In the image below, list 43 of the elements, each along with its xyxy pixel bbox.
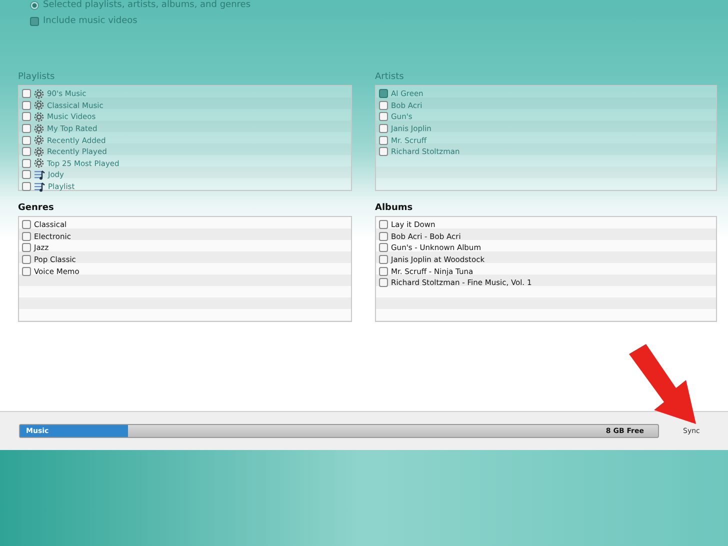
checkbox[interactable] <box>22 89 31 98</box>
checkbox[interactable] <box>22 266 31 276</box>
checkbox[interactable] <box>22 147 31 156</box>
gear-icon <box>34 158 44 168</box>
checkbox[interactable] <box>30 16 39 26</box>
section-heading: Albums <box>375 203 414 213</box>
gear-icon <box>34 135 44 146</box>
checkbox[interactable] <box>22 232 31 241</box>
checkbox[interactable] <box>379 232 388 241</box>
gear-icon <box>34 112 44 122</box>
checkbox[interactable] <box>379 124 388 134</box>
checkbox[interactable] <box>379 220 388 230</box>
checkbox[interactable] <box>379 278 388 288</box>
checkbox[interactable] <box>379 147 388 156</box>
option-label: Selected playlists, artists, albums, and genres <box>43 0 251 10</box>
checkbox[interactable] <box>22 255 31 264</box>
gear-icon <box>34 100 44 110</box>
gear-icon <box>34 146 44 157</box>
gear-icon <box>34 124 44 134</box>
radio-button[interactable] <box>30 0 39 10</box>
checkbox[interactable] <box>22 182 31 192</box>
checkbox[interactable] <box>22 100 31 110</box>
checkbox[interactable] <box>379 266 388 276</box>
playlist-icon <box>34 182 45 192</box>
checkbox[interactable] <box>379 243 388 252</box>
gear-icon <box>34 88 44 99</box>
checkbox[interactable] <box>379 255 388 264</box>
checkbox[interactable] <box>22 124 31 134</box>
checkbox[interactable] <box>22 220 31 230</box>
checkbox[interactable] <box>22 170 31 180</box>
option-label: Include music videos <box>43 16 138 26</box>
playlist-icon <box>34 170 45 180</box>
checkbox[interactable] <box>379 89 388 98</box>
checkbox[interactable] <box>379 100 388 110</box>
section-heading: Artists <box>375 72 405 82</box>
section-heading: Genres <box>18 203 55 213</box>
checkbox[interactable] <box>22 158 31 168</box>
checkbox[interactable] <box>22 136 31 145</box>
section-heading: Playlists <box>18 72 56 82</box>
checkbox[interactable] <box>22 112 31 122</box>
checkbox[interactable] <box>22 243 31 252</box>
checkbox[interactable] <box>379 136 388 145</box>
checkbox[interactable] <box>379 112 388 122</box>
